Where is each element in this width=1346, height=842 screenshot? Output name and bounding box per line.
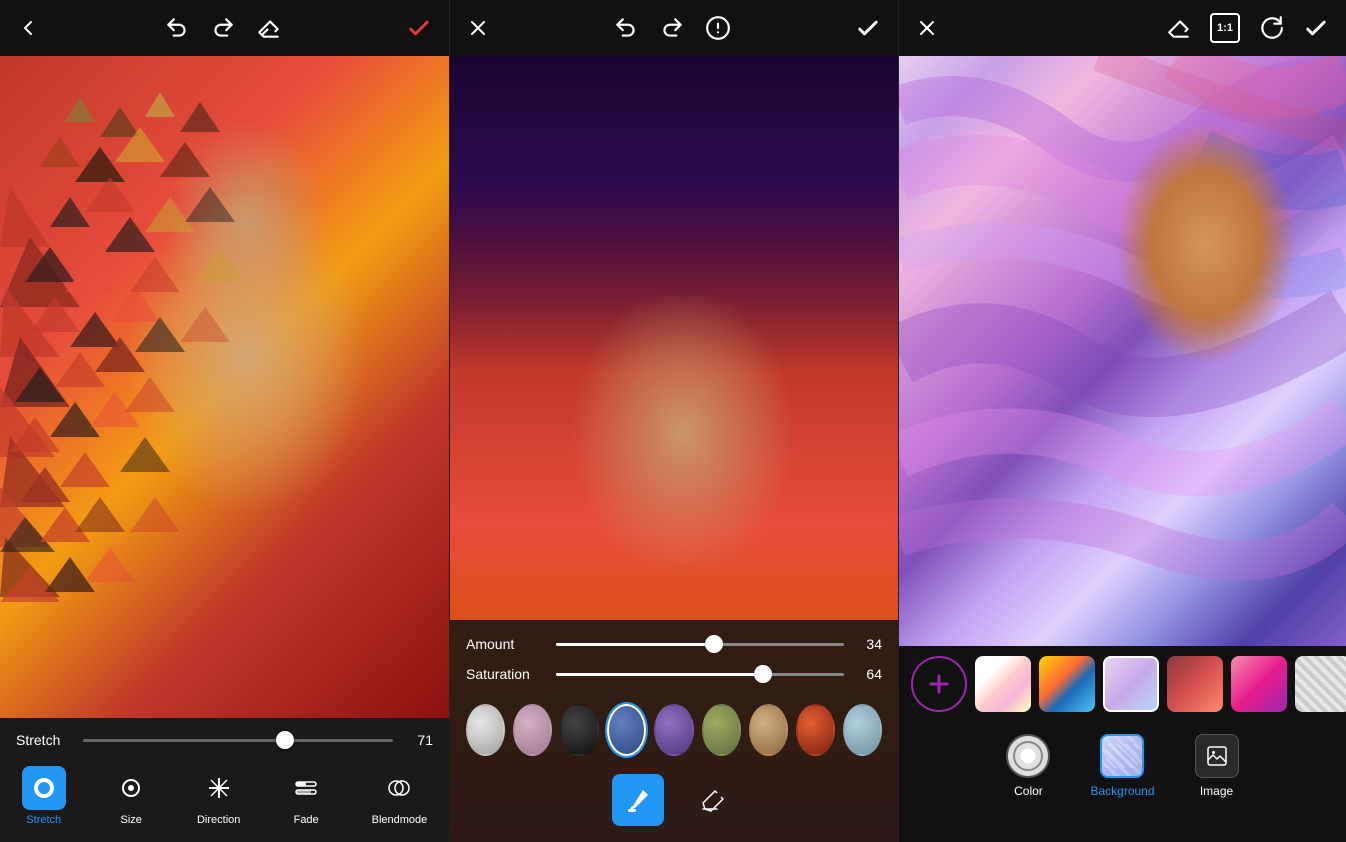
swatch-blue[interactable] (607, 704, 646, 756)
panel1-topbar (0, 0, 449, 56)
triangle-overlay (0, 56, 449, 718)
image-tool-label: Image (1200, 784, 1233, 798)
panel2-info-icon[interactable] (705, 15, 731, 41)
add-background-button[interactable] (911, 656, 967, 712)
panel2-undo-icon[interactable] (613, 15, 639, 41)
tool-fade[interactable]: Fade (276, 760, 336, 832)
swatch-orange[interactable] (796, 704, 835, 756)
brush-button[interactable] (612, 774, 664, 826)
saturation-slider[interactable] (556, 673, 844, 676)
color-swatches (466, 696, 882, 768)
tool-blendmode-label: Blendmode (372, 814, 428, 826)
saturation-value: 64 (854, 666, 882, 682)
panel2-confirm-icon[interactable] (854, 14, 882, 42)
swatch-silver[interactable] (466, 704, 505, 756)
back-icon[interactable] (16, 16, 40, 40)
background-tool-icon (1100, 734, 1144, 778)
amount-slider[interactable] (556, 643, 844, 646)
saturation-label: Saturation (466, 666, 546, 682)
panel2-close-icon[interactable] (466, 16, 490, 40)
eraser-button[interactable] (684, 774, 736, 826)
controls-overlay: Amount 34 Saturation 64 (450, 620, 898, 842)
panel3-eraser-icon[interactable] (1166, 15, 1192, 41)
panel3-confirm-icon[interactable] (1302, 14, 1330, 42)
background-tool-label: Background (1090, 784, 1154, 798)
panel3-rotate-icon[interactable] (1258, 15, 1284, 41)
swatch-mauve[interactable] (513, 704, 552, 756)
tool-size-label: Size (121, 814, 142, 826)
panel1-bottombar: Stretch 71 Stretch (0, 718, 449, 842)
tool-image[interactable]: Image (1195, 734, 1239, 798)
tool-fade-label: Fade (294, 814, 319, 826)
panel2-photo: Amount 34 Saturation 64 (450, 56, 898, 842)
panel3-topbar: 1:1 (899, 0, 1346, 56)
swatch-black[interactable] (560, 704, 599, 756)
stretch-control: Stretch 71 (0, 728, 449, 756)
bg-thumb-1[interactable] (975, 656, 1031, 712)
tool-stretch-label: Stretch (26, 814, 61, 826)
bg-thumb-6[interactable] (1295, 656, 1346, 712)
tool-color[interactable]: Color (1006, 734, 1050, 798)
redo-icon[interactable] (210, 15, 236, 41)
bg-thumb-3[interactable] (1103, 656, 1159, 712)
swatch-purple[interactable] (654, 704, 693, 756)
swatch-tan[interactable] (749, 704, 788, 756)
eraser-icon[interactable] (256, 15, 282, 41)
tool-row: Stretch Size (0, 756, 449, 834)
backgrounds-row (899, 646, 1346, 722)
undo-icon[interactable] (164, 15, 190, 41)
panel-color: Amount 34 Saturation 64 (449, 0, 898, 842)
swatch-olive[interactable] (702, 704, 741, 756)
panel-stretch: Stretch 71 Stretch (0, 0, 449, 842)
panel2-redo-icon[interactable] (659, 15, 685, 41)
bottom-tools-row: Color Background Image (899, 722, 1346, 810)
swatch-lightblue[interactable] (843, 704, 882, 756)
stretch-value: 71 (405, 732, 433, 748)
stretch-label: Stretch (16, 732, 71, 748)
bg-thumb-5[interactable] (1231, 656, 1287, 712)
tool-size[interactable]: Size (101, 760, 161, 832)
panel3-close-icon[interactable] (915, 16, 939, 40)
tool-stretch[interactable]: Stretch (14, 760, 74, 832)
tool-direction[interactable]: Direction (189, 760, 249, 832)
saturation-control: Saturation 64 (466, 666, 882, 682)
bg-thumb-4[interactable] (1167, 656, 1223, 712)
amount-value: 34 (854, 636, 882, 652)
panel3-bottom: Color Background Image (899, 646, 1346, 842)
panel-background: 1:1 (898, 0, 1346, 842)
brush-tools (466, 768, 882, 834)
panel3-photo (899, 56, 1346, 646)
color-tool-label: Color (1014, 784, 1043, 798)
image-tool-icon (1195, 734, 1239, 778)
tool-blendmode[interactable]: Blendmode (364, 760, 436, 832)
stretch-slider[interactable] (83, 739, 393, 742)
confirm-icon[interactable] (405, 14, 433, 42)
tool-background[interactable]: Background (1090, 734, 1154, 798)
tool-direction-label: Direction (197, 814, 240, 826)
amount-control: Amount 34 (466, 636, 882, 652)
color-tool-icon (1006, 734, 1050, 778)
panel3-ratio-icon[interactable]: 1:1 (1210, 13, 1240, 43)
panel2-topbar (450, 0, 898, 56)
panel1-photo (0, 56, 449, 718)
amount-label: Amount (466, 636, 546, 652)
bg-thumb-2[interactable] (1039, 656, 1095, 712)
